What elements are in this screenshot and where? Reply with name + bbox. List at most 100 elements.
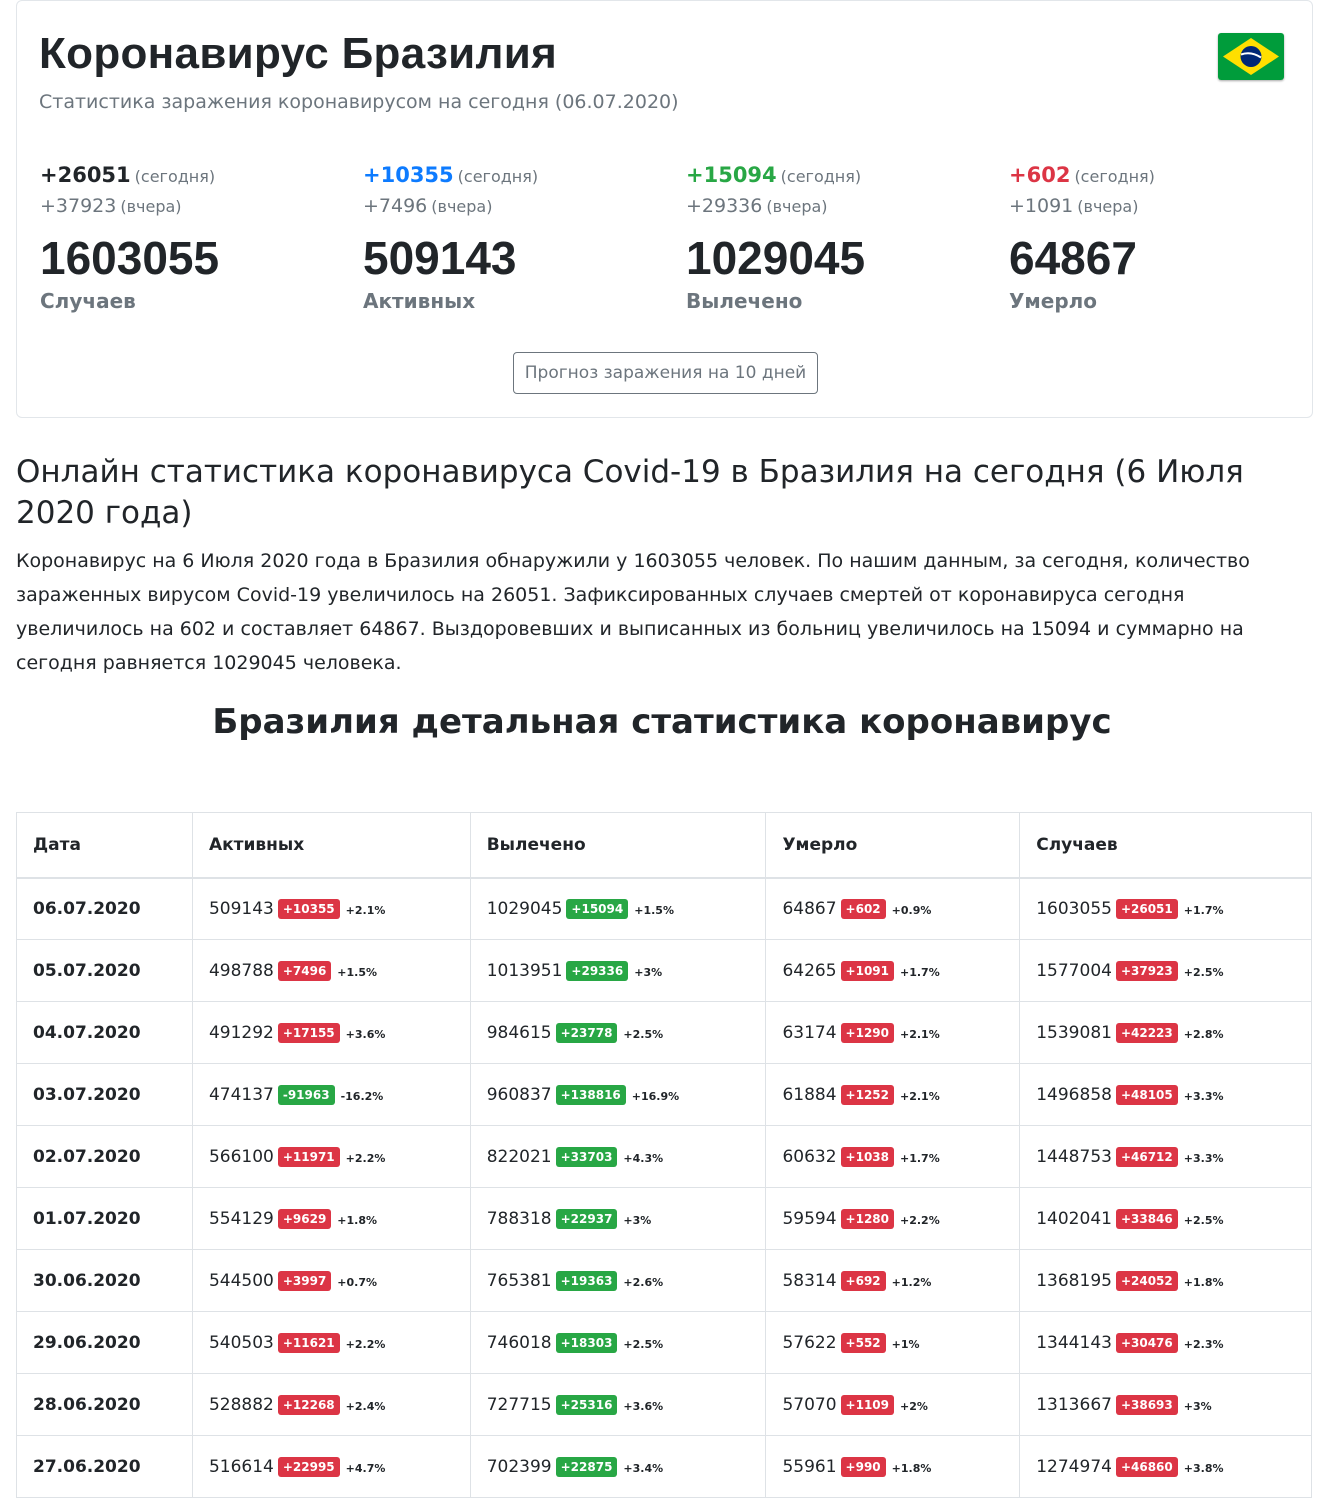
delta-badge: +24052 xyxy=(1115,1270,1178,1291)
cell-value: 1313667 xyxy=(1036,1394,1112,1415)
percent-change: +2.1% xyxy=(900,1089,940,1103)
cell-deaths: 64867 +602 +0.9% xyxy=(765,877,1021,940)
page-subtitle: Статистика заражения коронавирусом на се… xyxy=(39,91,679,113)
delta-badge: -91963 xyxy=(277,1084,335,1105)
cell-recovered: 788318 +22937 +3% xyxy=(469,1187,767,1250)
stat-yesterday-note: (вчера) xyxy=(431,197,493,216)
delta-badge: +30476 xyxy=(1115,1332,1178,1353)
percent-change: +2.5% xyxy=(623,1027,664,1041)
cell-active: 491292 +17155 +3.6% xyxy=(191,1001,471,1064)
delta-badge: +42223 xyxy=(1115,1022,1178,1043)
cell-value: 1448753 xyxy=(1036,1146,1112,1167)
stat-today-note: (сегодня) xyxy=(1074,167,1155,186)
cell-value: 1577004 xyxy=(1036,960,1112,981)
cell-deaths: 59594 +1280 +2.2% xyxy=(765,1187,1021,1250)
percent-change: +2.4% xyxy=(345,1399,386,1413)
stat-label: Случаев xyxy=(40,289,136,313)
cell-date: 06.07.2020 xyxy=(16,877,193,940)
delta-badge: +38693 xyxy=(1115,1394,1178,1415)
table-row: 04.07.2020 491292 +17155 +3.6% 984615 +23778 +… xyxy=(16,1001,1312,1064)
percent-change: +3.8% xyxy=(1183,1461,1224,1475)
percent-change: +1.5% xyxy=(634,903,674,917)
cell-active: 544500 +3997 +0.7% xyxy=(191,1249,471,1312)
section-paragraph: Коронавирус на 6 Июля 2020 года в Бразил… xyxy=(16,550,1250,674)
cell-value: 57622 xyxy=(782,1332,837,1353)
forecast-button[interactable]: Прогноз заражения на 10 дней xyxy=(513,352,818,394)
percent-change: +2.1% xyxy=(900,1027,940,1041)
delta-badge: +22995 xyxy=(277,1456,340,1477)
percent-change: +1.5% xyxy=(337,965,378,979)
delta-badge: +10355 xyxy=(277,898,340,919)
delta-badge: +26051 xyxy=(1115,898,1178,919)
cell-value: 509143 xyxy=(208,898,274,919)
cell-deaths: 57070 +1109 +2% xyxy=(765,1373,1021,1436)
cell-active: 528882 +12268 +2.4% xyxy=(191,1373,471,1436)
cell-value: 788318 xyxy=(486,1208,552,1229)
cell-value: 60632 xyxy=(782,1146,837,1167)
stat-cases: +26051 (сегодня) +37923 (вчера) 1603055 Сл… xyxy=(40,163,340,313)
percent-change: +1.8% xyxy=(337,1213,378,1227)
table-row: 30.06.2020 544500 +3997 +0.7% 765381 +19363 +2… xyxy=(16,1249,1312,1312)
cell-recovered: 822021 +33703 +4.3% xyxy=(469,1125,767,1188)
delta-badge: +1280 xyxy=(840,1208,894,1229)
cell-date: 30.06.2020 xyxy=(16,1249,193,1312)
cell-cases: 1448753 +46712 +3.3% xyxy=(1019,1125,1312,1188)
table-row: 28.06.2020 528882 +12268 +2.4% 727715 +25316 +… xyxy=(16,1373,1312,1436)
percent-change: +1.7% xyxy=(900,965,940,979)
cell-value: 540503 xyxy=(208,1332,274,1353)
cell-value: 984615 xyxy=(486,1022,552,1043)
percent-change: +3% xyxy=(634,965,663,979)
header-active: Активных xyxy=(191,812,471,879)
delta-badge: +3997 xyxy=(277,1270,332,1291)
stat-recovered: +15094 (сегодня) +29336 (вчера) 1029045 Вы… xyxy=(686,163,986,313)
cell-deaths: 63174 +1290 +2.1% xyxy=(765,1001,1021,1064)
header-recovered: Вылечено xyxy=(469,812,767,879)
cell-value: 702399 xyxy=(486,1456,552,1477)
header-date: Дата xyxy=(16,812,193,879)
percent-change: +3% xyxy=(1183,1399,1212,1413)
delta-badge: +46860 xyxy=(1115,1456,1178,1477)
stat-today-note: (сегодня) xyxy=(780,167,862,186)
percent-change: +2.8% xyxy=(1183,1027,1224,1041)
percent-change: +16.9% xyxy=(631,1089,680,1103)
cell-active: 540503 +11621 +2.2% xyxy=(191,1311,471,1374)
cell-recovered: 1013951 +29336 +3% xyxy=(469,939,767,1002)
cell-value: 746018 xyxy=(486,1332,552,1353)
cell-active: 509143 +10355 +2.1% xyxy=(191,877,471,940)
delta-badge: +9629 xyxy=(277,1208,332,1229)
delta-badge: +48105 xyxy=(1115,1084,1178,1105)
percent-change: +3% xyxy=(623,1213,652,1227)
header-deaths: Умерло xyxy=(765,812,1021,879)
cell-date: 29.06.2020 xyxy=(16,1311,193,1374)
cell-value: 1539081 xyxy=(1036,1022,1112,1043)
percent-change: +2.5% xyxy=(623,1337,664,1351)
summary-card: Коронавирус Бразилия Статистика заражени… xyxy=(16,0,1313,418)
stat-label: Вылечено xyxy=(686,289,803,313)
section-heading: Онлайн статистика коронавируса Covid-19 … xyxy=(16,454,1244,531)
percent-change: +3.6% xyxy=(345,1027,386,1041)
cell-deaths: 60632 +1038 +1.7% xyxy=(765,1125,1021,1188)
cell-date: 03.07.2020 xyxy=(16,1063,193,1126)
stat-yesterday-note: (вчера) xyxy=(120,197,182,216)
stat-today-value: +10355 xyxy=(363,163,454,187)
percent-change: +1% xyxy=(891,1337,920,1351)
cell-date: 05.07.2020 xyxy=(16,939,193,1002)
delta-badge: +990 xyxy=(840,1456,886,1477)
cell-cases: 1577004 +37923 +2.5% xyxy=(1019,939,1312,1002)
cell-value: 64867 xyxy=(782,898,837,919)
delta-badge: +33846 xyxy=(1115,1208,1178,1229)
table-row: 03.07.2020 474137 -91963 -16.2% 960837 +13881… xyxy=(16,1063,1312,1126)
delta-badge: +22875 xyxy=(555,1456,618,1477)
cell-recovered: 765381 +19363 +2.6% xyxy=(469,1249,767,1312)
percent-change: +3.4% xyxy=(623,1461,664,1475)
cell-deaths: 58314 +692 +1.2% xyxy=(765,1249,1021,1312)
stat-yesterday-value: +1091 xyxy=(1009,195,1074,217)
cell-value: 59594 xyxy=(782,1208,837,1229)
percent-change: -16.2% xyxy=(340,1089,384,1103)
cell-value: 566100 xyxy=(208,1146,274,1167)
page-title: Коронавирус Бразилия xyxy=(39,29,558,78)
cell-value: 498788 xyxy=(208,960,274,981)
table-row: 27.06.2020 516614 +22995 +4.7% 702399 +22875 +… xyxy=(16,1435,1312,1498)
stat-label: Умерло xyxy=(1009,289,1098,313)
cell-value: 1013951 xyxy=(486,960,563,981)
